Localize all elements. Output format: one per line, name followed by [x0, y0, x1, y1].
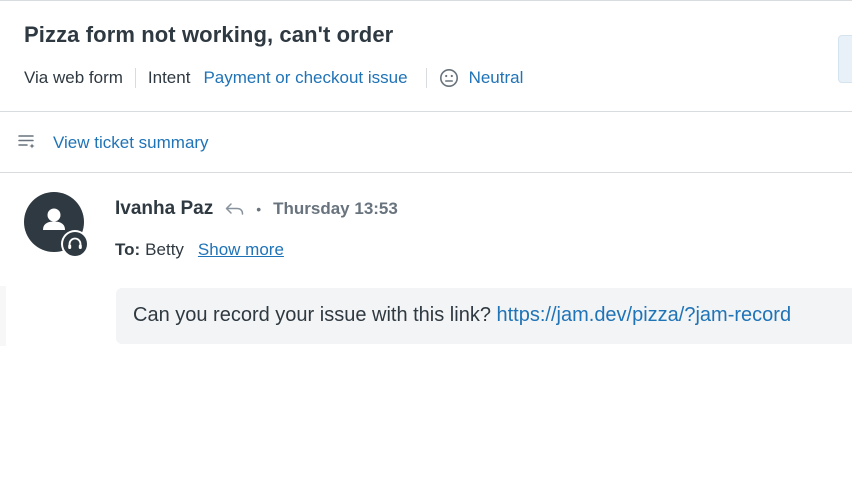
message-timestamp: Thursday 13:53 — [273, 199, 398, 218]
show-more-link[interactable]: Show more — [198, 240, 284, 260]
side-panel-tab[interactable] — [838, 35, 852, 83]
sentiment-link[interactable]: Neutral — [469, 68, 524, 88]
meta-divider — [134, 68, 136, 88]
meta-divider — [425, 68, 427, 88]
ticket-channel: Via web form — [24, 68, 123, 87]
message-text: Can you record your issue with this link… — [133, 304, 791, 327]
ticket-meta-row: Via web form Intent Payment or checkout … — [24, 66, 523, 90]
recipient-row: To: Betty Show more — [115, 238, 284, 262]
message-header: Ivanha Paz • Thursday 13:53 — [115, 196, 398, 222]
summary-list-icon — [18, 133, 36, 151]
ticket-title: Pizza form not working, can't order — [24, 22, 394, 47]
message-body: Can you record your issue with this link… — [116, 288, 852, 344]
recipient-name: Betty — [145, 240, 184, 259]
ticket-view: Pizza form not working, can't order Via … — [0, 0, 852, 480]
to-label: To: — [115, 240, 141, 259]
sender-name[interactable]: Ivanha Paz — [115, 198, 213, 220]
left-edge-shade — [0, 286, 6, 346]
separator-dot: • — [256, 201, 262, 217]
headset-icon — [68, 237, 82, 249]
intent-value-link[interactable]: Payment or checkout issue — [203, 68, 407, 88]
intent-label: Intent — [147, 68, 191, 87]
reply-arrow-icon[interactable] — [224, 200, 246, 218]
ticket-summary-row: View ticket summary — [0, 112, 852, 173]
view-ticket-summary-link[interactable]: View ticket summary — [53, 133, 209, 153]
ticket-header: Pizza form not working, can't order Via … — [0, 1, 852, 112]
neutral-face-icon — [439, 68, 459, 88]
message-body-text: Can you record your issue with this link… — [133, 304, 497, 326]
agent-badge — [61, 230, 89, 258]
message-body-link[interactable]: https://jam.dev/pizza/?jam-record — [497, 304, 792, 326]
